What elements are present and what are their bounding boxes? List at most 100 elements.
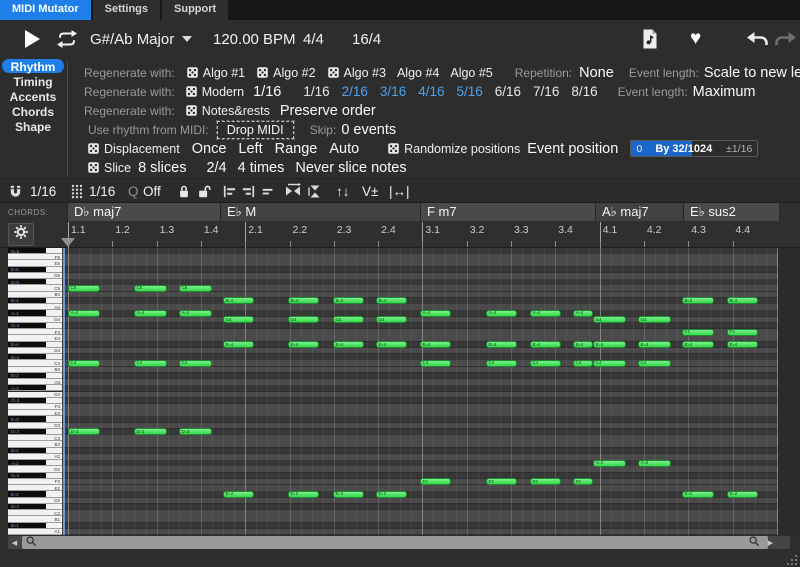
midi-note-c4[interactable]: C4 <box>68 360 100 367</box>
zoom-out-button[interactable] <box>23 536 38 549</box>
algo-button-algo-4[interactable]: Algo #4 <box>397 66 439 80</box>
midi-note-e-4[interactable]: E♭4 <box>376 341 407 348</box>
timeline-ruler[interactable]: 1.11.21.31.42.12.22.32.43.13.23.33.44.14… <box>0 221 800 248</box>
undo-button[interactable] <box>746 20 768 58</box>
midi-note-a-4[interactable]: A♭4 <box>134 310 167 317</box>
unlock-button[interactable] <box>196 179 212 203</box>
drop-midi-target[interactable]: Drop MIDI <box>217 121 294 139</box>
scrollbar-track[interactable] <box>8 536 790 549</box>
preserve-order-value[interactable]: Preserve order <box>280 103 376 119</box>
midi-note-e-2[interactable]: E♭2 <box>727 491 758 498</box>
zoom-in-button[interactable] <box>746 536 761 549</box>
midi-note-a-4[interactable]: A♭4 <box>420 310 451 317</box>
bpm-display[interactable]: 120.00 BPM <box>213 20 296 58</box>
midi-note-a-4[interactable]: A♭4 <box>486 310 517 317</box>
midi-note-c5[interactable]: C5 <box>68 285 100 292</box>
slice-option-never-slice-notes[interactable]: Never slice notes <box>295 160 406 176</box>
midi-note-f2[interactable]: F2 <box>486 478 517 485</box>
tab-midi-mutator[interactable]: MIDI Mutator <box>0 0 91 20</box>
midi-note-a-4[interactable]: A♭4 <box>68 310 100 317</box>
tab-support[interactable]: Support <box>162 0 228 20</box>
dice-icon[interactable] <box>185 104 198 117</box>
scrollbar-thumb[interactable] <box>22 536 768 549</box>
target-length-display[interactable]: 16/4 <box>352 20 381 58</box>
midi-note-e-4[interactable]: E♭4 <box>486 341 517 348</box>
quantize-value[interactable]: Off <box>143 179 161 203</box>
midi-note-c4[interactable]: C4 <box>638 360 671 367</box>
midi-note-c4[interactable]: C4 <box>179 360 212 367</box>
chord-segment-e-m[interactable]: E♭ M <box>220 203 420 221</box>
loop-button[interactable] <box>55 20 79 58</box>
midi-note-g4[interactable]: G4 <box>593 316 626 323</box>
midi-note-f2[interactable]: F2 <box>420 478 451 485</box>
displacement-option-range[interactable]: Range <box>275 141 318 157</box>
midi-note-f2[interactable]: F2 <box>530 478 561 485</box>
midi-note-f4[interactable]: F4 <box>727 329 758 336</box>
redo-button[interactable] <box>775 20 797 58</box>
export-midi-button[interactable] <box>642 20 658 58</box>
chord-segment-a-maj7[interactable]: A♭ maj7 <box>595 203 683 221</box>
midi-note-e-4[interactable]: E♭4 <box>530 341 561 348</box>
midi-note-c4[interactable]: C4 <box>593 360 626 367</box>
midi-note-e-2[interactable]: E♭2 <box>288 491 319 498</box>
rhythm-mode-value[interactable]: Modern <box>202 85 244 99</box>
dice-icon[interactable] <box>87 161 100 174</box>
midi-note-a-4[interactable]: A♭4 <box>573 310 593 317</box>
grid-button[interactable] <box>71 179 83 203</box>
algo-button-algo-2[interactable]: Algo #2 <box>256 66 315 80</box>
displacement-option-auto[interactable]: Auto <box>329 141 359 157</box>
lock-button[interactable] <box>177 179 191 203</box>
midi-note-a-2[interactable]: A♭2 <box>638 460 671 467</box>
dice-icon[interactable] <box>387 142 400 155</box>
midi-note-e-2[interactable]: E♭2 <box>333 491 364 498</box>
randomize-target-value[interactable]: Event position <box>527 141 618 157</box>
midi-note-e-4[interactable]: E♭4 <box>638 341 671 348</box>
midi-note-b-4[interactable]: B♭4 <box>682 297 714 304</box>
midi-note-b-4[interactable]: B♭4 <box>727 297 758 304</box>
midi-note-e-4[interactable]: E♭4 <box>727 341 758 348</box>
algo-button-algo-3[interactable]: Algo #3 <box>327 66 386 80</box>
sidebar-item-chords[interactable]: Chords <box>2 104 64 118</box>
midi-note-g4[interactable]: G4 <box>638 316 671 323</box>
piano-roll[interactable]: G♭5F5E5E♭5D5D♭5C5B4B♭4A4A♭4G4G♭4F4E4E♭4D… <box>0 248 800 535</box>
scroll-right-button[interactable]: ▶ <box>764 536 777 549</box>
slice-option-2-4[interactable]: 2/4 <box>206 160 226 176</box>
fraction-option-8-16[interactable]: 8/16 <box>571 84 597 99</box>
sidebar-item-rhythm[interactable]: Rhythm <box>2 59 64 73</box>
dice-icon[interactable] <box>185 85 198 98</box>
midi-note-e-2[interactable]: E♭2 <box>376 491 407 498</box>
midi-note-b-4[interactable]: B♭4 <box>223 297 254 304</box>
midi-note-a-4[interactable]: A♭4 <box>179 310 212 317</box>
randomize-horizontal-button[interactable] <box>284 179 302 203</box>
notes-rests-mode[interactable]: Notes&rests <box>202 104 270 118</box>
midi-note-b-4[interactable]: B♭4 <box>376 297 407 304</box>
key-selector[interactable]: G#/Ab Major <box>90 20 192 58</box>
midi-note-g4[interactable]: G4 <box>376 316 407 323</box>
chord-segment-e-sus2[interactable]: E♭ sus2 <box>683 203 779 221</box>
midi-note-c4[interactable]: C4 <box>420 360 451 367</box>
midi-note-c4[interactable]: C4 <box>486 360 517 367</box>
midi-note-e-4[interactable]: E♭4 <box>573 341 593 348</box>
repetition-value[interactable]: None <box>579 65 614 81</box>
align-right-button[interactable] <box>241 179 256 203</box>
sidebar-item-shape[interactable]: Shape <box>2 119 64 133</box>
roll-settings-button[interactable] <box>8 223 34 246</box>
midi-note-g4[interactable]: G4 <box>288 316 319 323</box>
slice-option-8-slices[interactable]: 8 slices <box>138 160 186 176</box>
midi-note-a-2[interactable]: A♭2 <box>593 460 626 467</box>
midi-note-e-4[interactable]: E♭4 <box>288 341 319 348</box>
rhythm-density-value[interactable]: 1/16 <box>253 84 281 100</box>
skip-value[interactable]: 0 events <box>341 122 396 138</box>
midi-note-c5[interactable]: C5 <box>134 285 167 292</box>
midi-note-c4[interactable]: C4 <box>530 360 561 367</box>
fraction-option-3-16[interactable]: 3/16 <box>380 84 406 99</box>
midi-note-e-4[interactable]: E♭4 <box>420 341 451 348</box>
displacement-option-once[interactable]: Once <box>192 141 227 157</box>
midi-note-d-3[interactable]: D♭3 <box>68 428 100 435</box>
event-length-value-2[interactable]: Maximum <box>693 84 756 100</box>
midi-note-e-4[interactable]: E♭4 <box>223 341 254 348</box>
play-button[interactable] <box>25 20 40 58</box>
midi-note-b-4[interactable]: B♭4 <box>288 297 319 304</box>
midi-note-e-4[interactable]: E♭4 <box>593 341 626 348</box>
midi-note-e-4[interactable]: E♭4 <box>333 341 364 348</box>
